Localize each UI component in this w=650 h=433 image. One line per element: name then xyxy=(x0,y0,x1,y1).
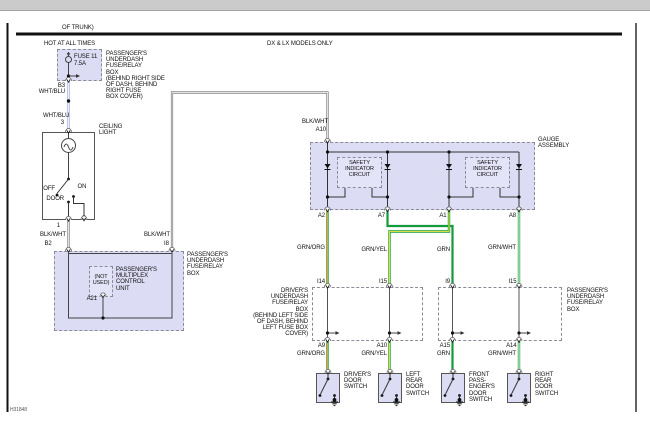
right-rear-door-switch-box xyxy=(507,373,531,403)
ceiling-light-label: CEILING LIGHT xyxy=(99,124,122,136)
grn-wht-label-2: GRN/WHT xyxy=(488,351,516,357)
pin-a7-label: A7 xyxy=(378,213,385,219)
pin-i9-label: I9 xyxy=(445,279,450,285)
blk-wht-label-3: BLK/WHT xyxy=(302,119,328,125)
front-passenger-door-switch-label: FRONT PASS- ENGER'S DOOR SWITCH xyxy=(469,372,495,403)
pin-a10-label-b: A10 xyxy=(377,343,387,349)
passenger-fusebox-note-upper: PASSENGER'S UNDERDASH FUSE/RELAY BOX (BE… xyxy=(106,51,165,101)
pin-i8-label: I8 xyxy=(164,241,169,247)
trunk-note: OF TRUNK) xyxy=(62,25,94,31)
passenger-underdash-box-lower xyxy=(438,287,562,341)
left-rear-door-switch-box xyxy=(378,373,402,403)
blk-wht-wire-gauge xyxy=(172,93,328,252)
blk-wht-label-2: BLK/WHT xyxy=(144,232,170,238)
grn-org-label-1: GRN/ORG xyxy=(297,245,325,251)
grn-yel-label-1: GRN/YEL xyxy=(361,247,387,253)
front-passenger-door-switch-box xyxy=(441,373,465,403)
pin-a2-label: A2 xyxy=(318,213,325,219)
hot-at-all-times-label: HOT AT ALL TIMES xyxy=(44,41,95,47)
driver-door-switch-box xyxy=(316,373,340,403)
pin-b2-label: B2 xyxy=(45,241,52,247)
safety-indicator-label-1: SAFETY INDICATOR CIRCUIT xyxy=(337,160,382,178)
wht-blu-label-1: WHT/BLU xyxy=(39,89,65,95)
door-label: DOOR xyxy=(46,196,64,202)
not-used-label: (NOT USED) xyxy=(89,274,113,286)
pin-a15-label: A15 xyxy=(440,343,450,349)
grn-yel-label-2: GRN/YEL xyxy=(361,351,387,357)
pin-a1-label: A1 xyxy=(439,213,446,219)
models-note: DX & LX MODELS ONLY xyxy=(267,41,333,47)
left-rear-door-switch-label: LEFT REAR DOOR SWITCH xyxy=(406,372,429,397)
safety-indicator-label-2: SAFETY INDICATOR CIRCUIT xyxy=(465,160,510,178)
passenger-fusebox-note-lower: PASSENGER'S UNDERDASH FUSE/RELAY BOX xyxy=(567,288,608,313)
pin-1-label: 1 xyxy=(57,223,60,229)
right-rear-door-switch-label: RIGHT REAR DOOR SWITCH xyxy=(535,372,558,397)
pin-i15-label-a: I15 xyxy=(379,279,387,285)
grn-label-2: GRN xyxy=(437,351,450,357)
grn-wht-label-1: GRN/WHT xyxy=(488,245,516,251)
grn-label-1: GRN xyxy=(437,247,450,253)
gauge-assembly-label: GAUGE ASSEMBLY xyxy=(538,137,569,149)
pin-i15-label-b: I15 xyxy=(508,279,516,285)
wiring-diagram-canvas: OF TRUNK) HOT AT ALL TIMES DX & LX MODEL… xyxy=(0,0,650,433)
grn-org-label-2: GRN/ORG xyxy=(297,351,325,357)
driver-fusebox-note: DRIVER'S UNDERDASH FUSE/RELAY BOX (BEHIN… xyxy=(253,288,308,338)
passenger-fusebox-note-mid: PASSENGER'S UNDERDASH FUSE/RELAY BOX xyxy=(187,252,228,277)
off-label: OFF xyxy=(43,186,55,192)
blk-wht-label-1: BLK/WHT xyxy=(40,232,66,238)
fuse-name-label: FUSE 11 xyxy=(74,54,97,60)
driver-underdash-box xyxy=(312,287,423,341)
pin-i14-label: I14 xyxy=(317,279,325,285)
multiplex-unit-label: PASSENGER'S MULTIPLEX CONTROL UNIT xyxy=(116,267,157,292)
diagram-id: H31848 xyxy=(10,408,27,413)
pin-a21-label: A21 xyxy=(87,296,97,302)
wht-blu-label-2: WHT/BLU xyxy=(43,113,69,119)
fuse-rating-label: 7.5A xyxy=(74,61,86,67)
driver-door-switch-label: DRIVER'S DOOR SWITCH xyxy=(344,372,371,391)
pin-a14-label: A14 xyxy=(506,343,516,349)
pin-a9-label: A9 xyxy=(318,343,325,349)
pin-3-label: 3 xyxy=(61,120,64,126)
pin-a10-gauge-label: A10 xyxy=(316,127,326,133)
window-top-bar xyxy=(0,0,650,11)
ceiling-light-box xyxy=(42,132,95,220)
on-label: ON xyxy=(78,184,87,190)
pin-a8-label: A8 xyxy=(509,213,516,219)
